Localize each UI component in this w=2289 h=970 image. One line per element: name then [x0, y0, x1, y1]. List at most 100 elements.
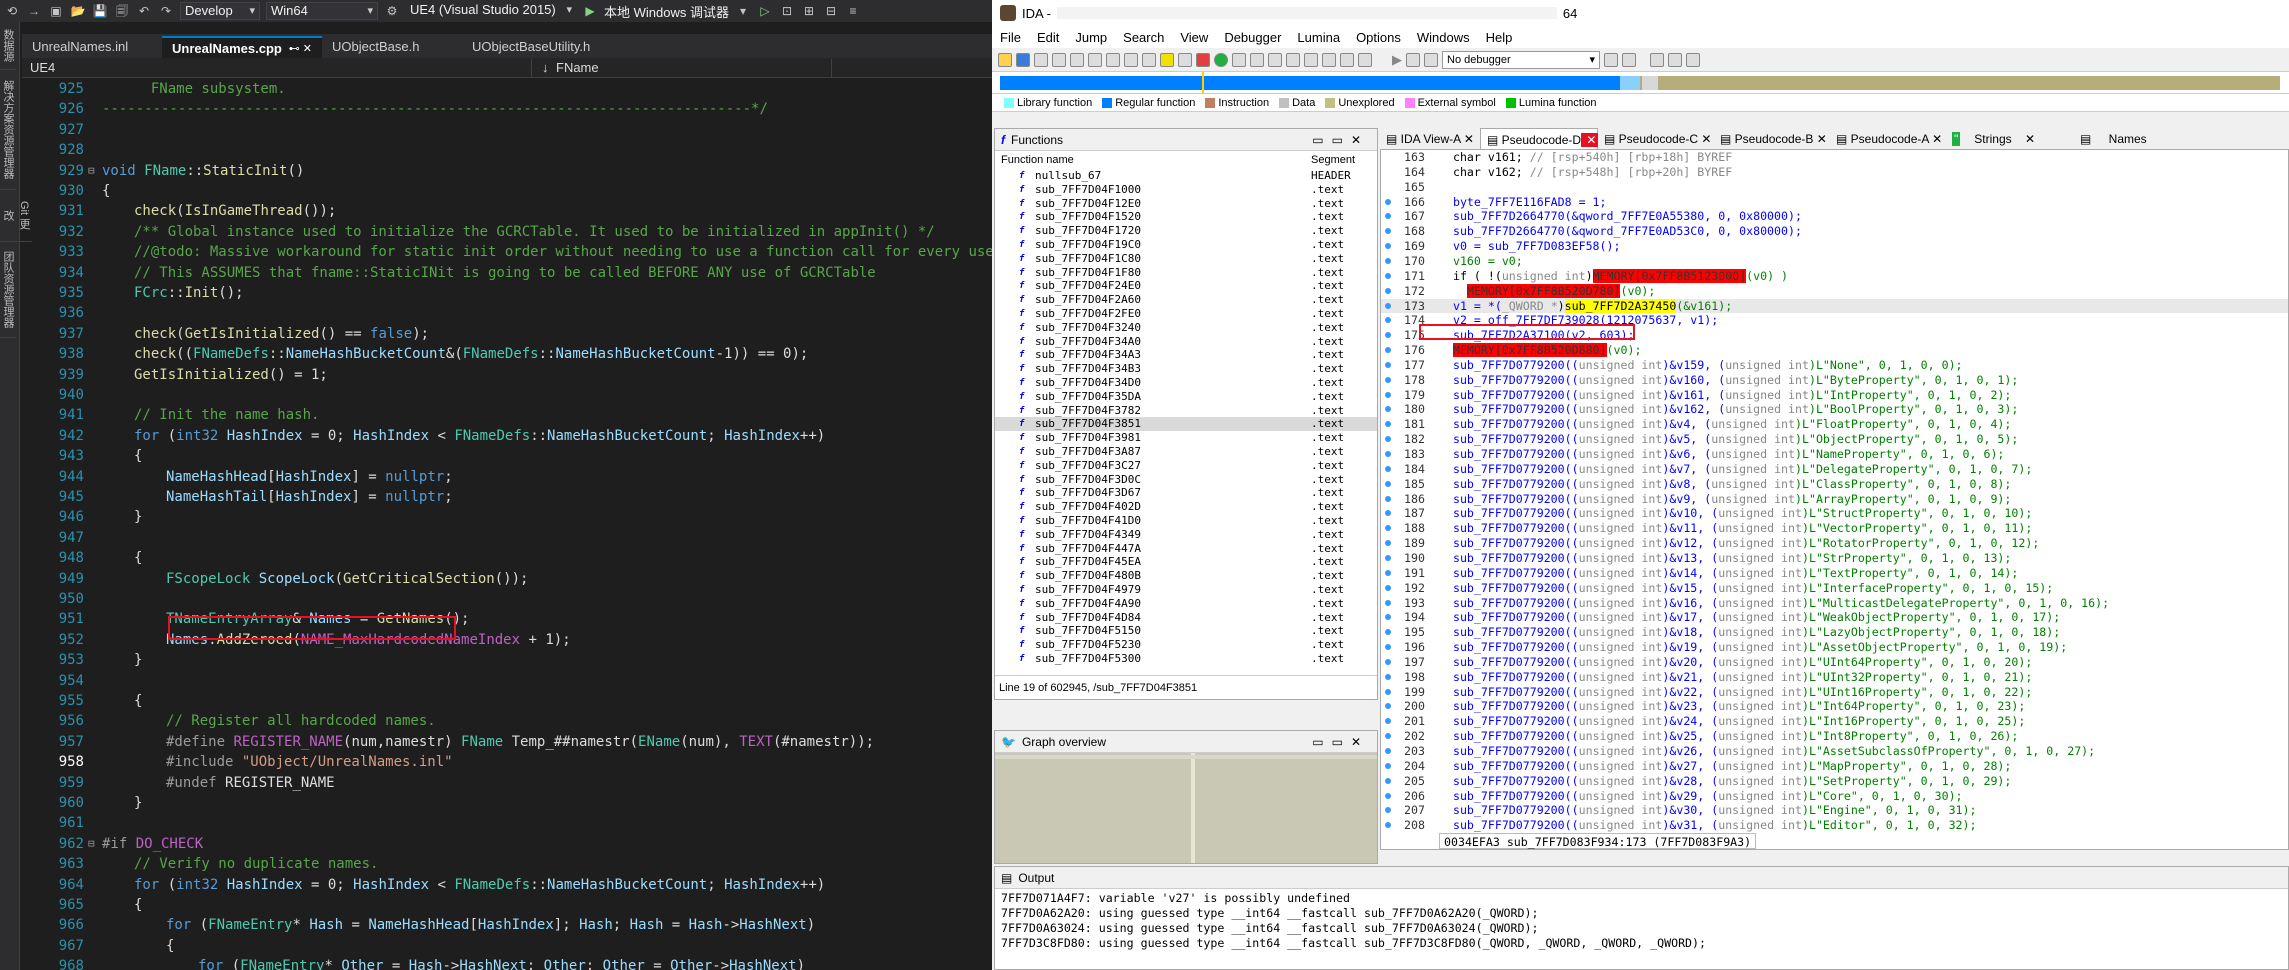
- menu-search[interactable]: Search: [1123, 30, 1164, 45]
- start-without-debug-icon[interactable]: ▷: [757, 3, 773, 19]
- function-row[interactable]: f sub_7FF7D04F3981 .text: [995, 431, 1377, 445]
- function-row[interactable]: f sub_7FF7D04F1000 .text: [995, 183, 1377, 197]
- pane-controls[interactable]: ▭▭✕: [1312, 133, 1369, 147]
- fold-toggle-icon[interactable]: ⊟: [88, 834, 95, 854]
- function-row[interactable]: f sub_7FF7D04F5300 .text: [995, 652, 1377, 666]
- breakpoint-dot-icon[interactable]: [1385, 332, 1391, 339]
- debugger-select[interactable]: No debugger ▾: [1442, 50, 1600, 69]
- open-icon[interactable]: [998, 52, 1012, 67]
- breakpoint-dot-icon[interactable]: [1385, 376, 1391, 383]
- open-file-icon[interactable]: 📂: [70, 3, 86, 19]
- menu-view[interactable]: View: [1180, 30, 1208, 45]
- struct-icon[interactable]: [1286, 52, 1300, 67]
- close-icon[interactable]: ✕: [1460, 132, 1474, 146]
- breakpoint-dot-icon[interactable]: [1385, 347, 1391, 354]
- breakpoint-dot-icon[interactable]: [1385, 525, 1391, 532]
- tab-pseudocode-b[interactable]: ▤ Pseudocode-B ✕: [1714, 128, 1830, 149]
- function-row[interactable]: f sub_7FF7D04F480B .text: [995, 569, 1377, 583]
- function-row[interactable]: f sub_7FF7D04F34A3 .text: [995, 348, 1377, 362]
- breakpoint-dot-icon[interactable]: [1385, 614, 1391, 621]
- breakpoint-dot-icon[interactable]: [1385, 807, 1391, 814]
- menu-lumina[interactable]: Lumina: [1297, 30, 1340, 45]
- menu-edit[interactable]: Edit: [1037, 30, 1059, 45]
- function-row[interactable]: f sub_7FF7D04F19C0 .text: [995, 238, 1377, 252]
- function-row[interactable]: f sub_7FF7D04F3D0C .text: [995, 473, 1377, 487]
- breakpoint-dot-icon[interactable]: [1385, 599, 1391, 606]
- play-debug-icon[interactable]: ▶: [1392, 52, 1402, 68]
- new-project-icon[interactable]: ▣: [48, 3, 64, 19]
- breakpoint-dot-icon[interactable]: [1385, 243, 1391, 250]
- tree-icon[interactable]: [1686, 52, 1700, 67]
- tab-unrealnames-cpp[interactable]: UnrealNames.cpp ⊷ ✕: [162, 36, 322, 58]
- breakpoint-dot-icon[interactable]: [1385, 629, 1391, 636]
- search-icon[interactable]: [1070, 52, 1084, 67]
- breakpoint-dot-icon[interactable]: [1385, 436, 1391, 443]
- attach-icon[interactable]: ⊡: [779, 3, 795, 19]
- code-editor[interactable]: 925 FName subsystem. 926 -----------------…: [22, 79, 992, 970]
- pin-icon[interactable]: ⊷ ✕: [289, 38, 312, 58]
- breakpoint-dot-icon[interactable]: [1385, 644, 1391, 651]
- breakpoint-dot-icon[interactable]: [1385, 228, 1391, 235]
- toolbox-icon[interactable]: ⊟: [823, 3, 839, 19]
- forward-icon[interactable]: [1052, 52, 1066, 67]
- breakpoint-dot-icon[interactable]: [1385, 703, 1391, 710]
- breakpoint-dot-icon[interactable]: [1385, 213, 1391, 220]
- breakpoint-dot-icon[interactable]: [1385, 792, 1391, 799]
- columns-icon[interactable]: [1668, 52, 1682, 67]
- functions-list[interactable]: f nullsub_67 HEADER f sub_7FF7D04F1000 .textf…: [995, 169, 1377, 669]
- pseudocode-pane[interactable]: 163 char v161; // [rsp+540h] [rbp+18h] B…: [1380, 150, 2289, 850]
- function-row[interactable]: f sub_7FF7D04F3A87 .text: [995, 445, 1377, 459]
- pane-controls[interactable]: ▭▭✕: [1312, 735, 1369, 749]
- breakpoint-dot-icon[interactable]: [1385, 317, 1391, 324]
- menu-jump[interactable]: Jump: [1075, 30, 1107, 45]
- close-icon[interactable]: ✕: [1698, 132, 1711, 146]
- close-icon[interactable]: ✕: [1929, 132, 1942, 146]
- function-row[interactable]: f nullsub_67 HEADER: [995, 169, 1377, 183]
- breakpoint-dot-icon[interactable]: [1385, 540, 1391, 547]
- function-row[interactable]: f sub_7FF7D04F3782 .text: [995, 404, 1377, 418]
- stop-icon[interactable]: [1196, 52, 1210, 67]
- play-icon[interactable]: ▶: [582, 3, 598, 19]
- function-row[interactable]: f sub_7FF7D04F3240 .text: [995, 321, 1377, 335]
- breakpoint-dot-icon[interactable]: [1385, 718, 1391, 725]
- tab-pseudocode-d[interactable]: ▤ Pseudocode-D ✕: [1480, 128, 1599, 149]
- breakpoint-dot-icon[interactable]: [1385, 673, 1391, 680]
- breakpoint-dot-icon[interactable]: [1385, 480, 1391, 487]
- segment-icon[interactable]: [1322, 52, 1336, 67]
- breakpoint-dot-icon[interactable]: [1385, 495, 1391, 502]
- layout-icon[interactable]: [1650, 52, 1664, 67]
- menu-windows[interactable]: Windows: [1417, 30, 1470, 45]
- function-row[interactable]: f sub_7FF7D04F24E0 .text: [995, 279, 1377, 293]
- function-row[interactable]: f sub_7FF7D04F34D0 .text: [995, 376, 1377, 390]
- function-row[interactable]: f sub_7FF7D04F447A .text: [995, 542, 1377, 556]
- xref-icon[interactable]: [1268, 52, 1282, 67]
- function-row[interactable]: f sub_7FF7D04F45EA .text: [995, 555, 1377, 569]
- col-function-name[interactable]: Function name: [995, 151, 1311, 169]
- breakpoint-dot-icon[interactable]: [1385, 777, 1391, 784]
- graph-viewport[interactable]: [1191, 753, 1195, 863]
- save-all-icon[interactable]: 🗐: [114, 3, 130, 19]
- breakpoint-dot-icon[interactable]: [1385, 361, 1391, 368]
- comment-icon[interactable]: ≡: [845, 3, 861, 19]
- function-row[interactable]: f sub_7FF7D04F3851 .text: [995, 417, 1377, 432]
- tab-unrealnames-inl[interactable]: UnrealNames.inl: [22, 36, 162, 58]
- save-icon[interactable]: 💾: [92, 3, 108, 19]
- tab-names[interactable]: ▤ Names: [2074, 128, 2154, 149]
- redo-icon[interactable]: ↷: [158, 3, 174, 19]
- undefine-icon[interactable]: [1178, 52, 1192, 67]
- function-row[interactable]: f sub_7FF7D04F4979 .text: [995, 583, 1377, 597]
- function-row[interactable]: f sub_7FF7D04F34B3 .text: [995, 362, 1377, 376]
- startup-project-select[interactable]: UE4 (Visual Studio 2015): [406, 2, 576, 20]
- col-segment[interactable]: Segment: [1311, 151, 1355, 169]
- binary-search-icon[interactable]: [1106, 52, 1120, 67]
- menu-debugger[interactable]: Debugger: [1224, 30, 1281, 45]
- function-row[interactable]: f sub_7FF7D04F41D0 .text: [995, 514, 1377, 528]
- function-row[interactable]: f sub_7FF7D04F3D67 .text: [995, 486, 1377, 500]
- enum-icon[interactable]: [1304, 52, 1318, 67]
- ascii-icon[interactable]: [1160, 52, 1174, 67]
- function-row[interactable]: f sub_7FF7D04F2A60 .text: [995, 293, 1377, 307]
- data-icon[interactable]: [1142, 52, 1156, 67]
- function-row[interactable]: f sub_7FF7D04F35DA .text: [995, 390, 1377, 404]
- breakpoint-dot-icon[interactable]: [1385, 465, 1391, 472]
- navigation-band[interactable]: [992, 72, 2289, 94]
